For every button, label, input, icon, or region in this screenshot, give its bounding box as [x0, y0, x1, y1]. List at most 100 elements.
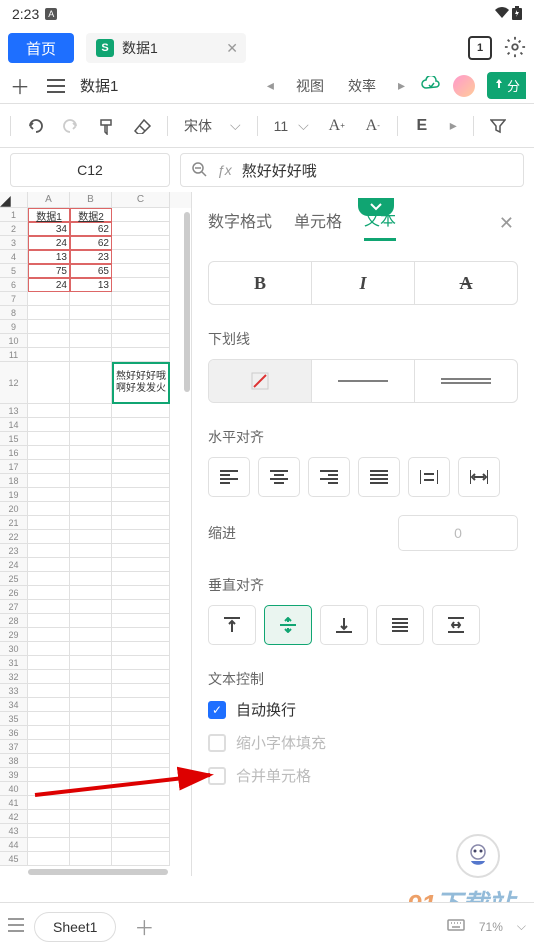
indent-input[interactable]: 0: [398, 515, 518, 551]
cell[interactable]: [28, 460, 70, 474]
valign-justify-button[interactable]: [376, 605, 424, 645]
cell[interactable]: [112, 264, 170, 278]
cell[interactable]: [112, 670, 170, 684]
row-header[interactable]: 40: [0, 782, 28, 796]
undo-icon[interactable]: [23, 114, 47, 138]
row-header[interactable]: 36: [0, 726, 28, 740]
row-header[interactable]: 25: [0, 572, 28, 586]
cell[interactable]: [112, 558, 170, 572]
cell[interactable]: [28, 320, 70, 334]
cell[interactable]: [28, 292, 70, 306]
row-header[interactable]: 20: [0, 502, 28, 516]
cell[interactable]: [70, 824, 112, 838]
cell[interactable]: [28, 502, 70, 516]
filter-icon[interactable]: [486, 114, 510, 138]
formula-bar[interactable]: ƒx 熬好好好哦: [180, 153, 524, 187]
cell[interactable]: 62: [70, 236, 112, 250]
row-header[interactable]: 13: [0, 404, 28, 418]
tab-number-format[interactable]: 数字格式: [208, 208, 272, 240]
cell[interactable]: [112, 726, 170, 740]
cell[interactable]: [28, 642, 70, 656]
row-header[interactable]: 11: [0, 348, 28, 362]
row-header[interactable]: 19: [0, 488, 28, 502]
cell[interactable]: [28, 446, 70, 460]
cell[interactable]: [70, 782, 112, 796]
cell[interactable]: [112, 572, 170, 586]
row-header[interactable]: 4: [0, 250, 28, 264]
align-center-button[interactable]: [258, 457, 300, 497]
cell[interactable]: [28, 670, 70, 684]
cell[interactable]: [28, 600, 70, 614]
cell[interactable]: [28, 404, 70, 418]
cell[interactable]: [28, 810, 70, 824]
cell[interactable]: [70, 334, 112, 348]
cell[interactable]: [112, 544, 170, 558]
cell[interactable]: [28, 754, 70, 768]
cell[interactable]: [112, 474, 170, 488]
cell[interactable]: 数据2: [70, 208, 112, 222]
cell[interactable]: [112, 208, 170, 222]
row-header[interactable]: 37: [0, 740, 28, 754]
row-header[interactable]: 14: [0, 418, 28, 432]
row-header[interactable]: 10: [0, 334, 28, 348]
cell[interactable]: [28, 768, 70, 782]
close-icon[interactable]: ✕: [226, 40, 238, 57]
row-header[interactable]: 26: [0, 586, 28, 600]
keyboard-icon[interactable]: [447, 919, 465, 934]
cell[interactable]: [70, 432, 112, 446]
cell[interactable]: [28, 782, 70, 796]
cell[interactable]: [70, 446, 112, 460]
font-increase-icon[interactable]: A+: [325, 114, 349, 138]
cell[interactable]: [112, 306, 170, 320]
row-header[interactable]: 16: [0, 446, 28, 460]
nav-left-icon[interactable]: ◂: [263, 77, 278, 94]
align-right-button[interactable]: [308, 457, 350, 497]
cell[interactable]: [70, 502, 112, 516]
cell[interactable]: [112, 516, 170, 530]
bold-icon[interactable]: E: [410, 114, 434, 138]
cell[interactable]: [112, 586, 170, 600]
row-header[interactable]: 39: [0, 768, 28, 782]
cell[interactable]: [70, 544, 112, 558]
cell[interactable]: [70, 516, 112, 530]
underline-single-button[interactable]: [312, 360, 415, 402]
row-header[interactable]: 43: [0, 824, 28, 838]
font-size-select[interactable]: 11⌵: [270, 117, 313, 134]
cell[interactable]: [112, 404, 170, 418]
cell[interactable]: [28, 656, 70, 670]
efficiency-menu[interactable]: 效率: [342, 76, 382, 96]
cell[interactable]: [28, 698, 70, 712]
cell[interactable]: [70, 726, 112, 740]
cell[interactable]: [112, 278, 170, 292]
valign-bottom-button[interactable]: [320, 605, 368, 645]
cell[interactable]: [70, 712, 112, 726]
cell[interactable]: [28, 684, 70, 698]
cell[interactable]: [70, 796, 112, 810]
strikethrough-button[interactable]: A: [415, 262, 517, 304]
cell[interactable]: [112, 768, 170, 782]
cell[interactable]: [28, 558, 70, 572]
row-header[interactable]: 42: [0, 810, 28, 824]
redo-icon[interactable]: [59, 114, 83, 138]
row-header[interactable]: 15: [0, 432, 28, 446]
cell[interactable]: [28, 852, 70, 866]
cell[interactable]: [28, 530, 70, 544]
cell[interactable]: [112, 446, 170, 460]
cell[interactable]: [28, 516, 70, 530]
cell[interactable]: [112, 530, 170, 544]
sheet-tab[interactable]: Sheet1: [34, 912, 116, 942]
valign-middle-button[interactable]: [264, 605, 312, 645]
row-header[interactable]: 21: [0, 516, 28, 530]
select-all-corner[interactable]: ◢: [0, 192, 28, 208]
add-sheet-button[interactable]: ＋: [126, 912, 162, 941]
cell[interactable]: [70, 572, 112, 586]
cell[interactable]: [112, 712, 170, 726]
cell[interactable]: [112, 250, 170, 264]
row-header[interactable]: 5: [0, 264, 28, 278]
avatar[interactable]: [453, 75, 475, 97]
italic-button[interactable]: I: [312, 262, 415, 304]
row-header[interactable]: 6: [0, 278, 28, 292]
cell[interactable]: [70, 586, 112, 600]
view-menu[interactable]: 视图: [290, 76, 330, 96]
cell[interactable]: [70, 474, 112, 488]
